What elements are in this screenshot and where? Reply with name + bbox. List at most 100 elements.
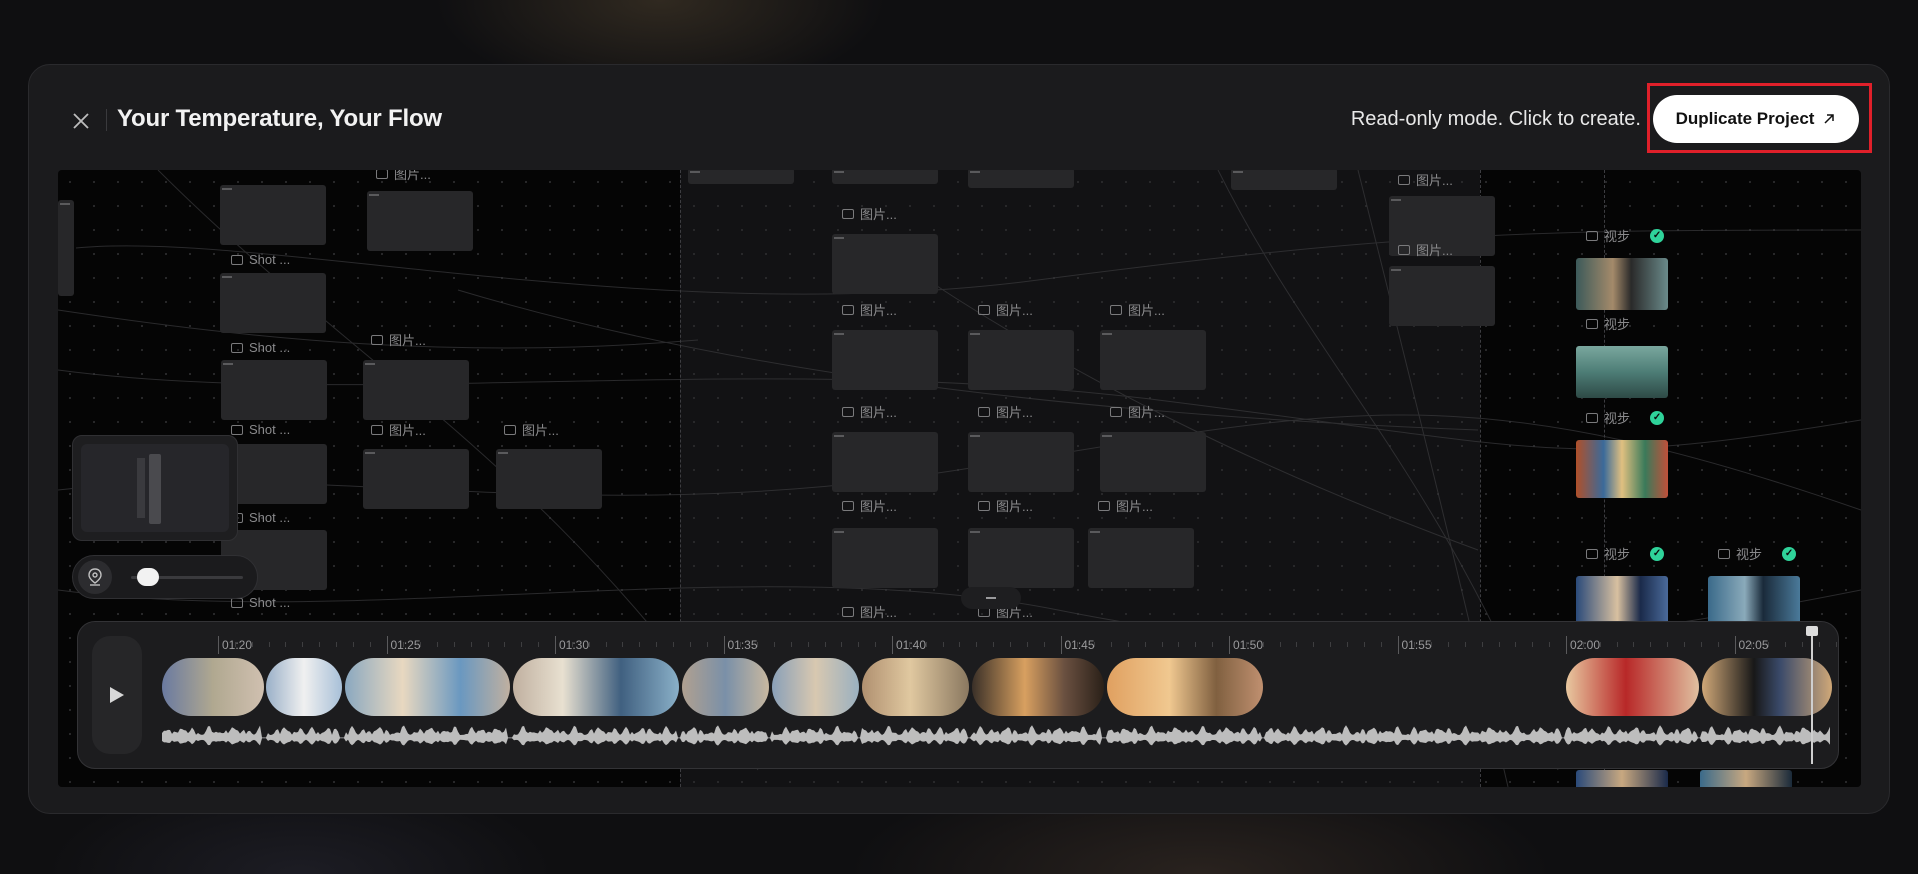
time-minor-tick (1818, 642, 1820, 647)
duplicate-project-button[interactable]: Duplicate Project (1653, 95, 1859, 143)
canvas-node[interactable] (1100, 330, 1206, 390)
canvas-node[interactable] (832, 170, 938, 184)
time-minor-tick (319, 642, 321, 647)
header-divider (106, 109, 107, 131)
canvas-node[interactable] (58, 200, 74, 296)
time-minor-tick (605, 642, 607, 647)
time-minor-tick (1414, 642, 1416, 647)
canvas-node[interactable] (496, 449, 602, 509)
canvas-node[interactable] (968, 528, 1074, 588)
canvas-node[interactable] (968, 432, 1074, 492)
time-minor-tick (437, 642, 439, 647)
video-clip[interactable] (162, 658, 264, 716)
time-minor-tick (1667, 642, 1669, 647)
image-icon (504, 424, 516, 435)
time-minor-tick (1161, 642, 1163, 647)
time-minor-tick (1043, 642, 1045, 647)
node-label: 图片... (1110, 300, 1165, 319)
video-thumbnail[interactable] (1576, 346, 1668, 398)
time-minor-tick (824, 642, 826, 647)
canvas-node[interactable] (1389, 266, 1495, 326)
time-minor-tick (1768, 642, 1770, 647)
time-minor-tick (1313, 642, 1315, 647)
canvas-node[interactable] (1231, 170, 1337, 190)
audio-waveform[interactable] (162, 723, 1838, 753)
time-minor-tick (1077, 642, 1079, 647)
canvas-node[interactable] (220, 273, 326, 333)
time-minor-tick (942, 642, 944, 647)
time-minor-tick (841, 642, 843, 647)
time-minor-tick (1279, 642, 1281, 647)
node-label: 图片... (371, 420, 426, 439)
node-label: 图片... (978, 300, 1033, 319)
canvas-node[interactable] (968, 330, 1074, 390)
canvas-node[interactable] (832, 528, 938, 588)
time-minor-tick (925, 642, 927, 647)
image-icon (376, 170, 388, 179)
canvas-node[interactable] (1088, 528, 1194, 588)
video-thumbnail[interactable] (1576, 258, 1668, 310)
locate-button[interactable] (78, 560, 112, 594)
time-minor-tick (959, 642, 961, 647)
video-thumbnail[interactable] (1576, 770, 1668, 787)
video-clip[interactable] (513, 658, 679, 716)
video-node-label: 视步 ✓ (1586, 226, 1665, 245)
time-minor-tick (1700, 642, 1702, 647)
canvas-node[interactable] (1100, 432, 1206, 492)
video-clip[interactable] (345, 658, 510, 716)
node-label: 图片... (842, 204, 897, 223)
video-clip[interactable] (862, 658, 969, 716)
time-minor-tick (807, 642, 809, 647)
canvas-node[interactable] (221, 360, 327, 420)
playhead[interactable] (1806, 626, 1818, 764)
canvas-node[interactable] (832, 330, 938, 390)
minimap[interactable] (72, 435, 238, 541)
canvas-node[interactable] (367, 191, 473, 251)
waveform-path (162, 725, 1830, 746)
video-clip[interactable] (682, 658, 769, 716)
video-thumbnail[interactable] (1700, 770, 1792, 787)
video-clip[interactable] (1566, 658, 1699, 716)
check-icon: ✓ (1650, 228, 1665, 243)
image-icon (1110, 406, 1122, 417)
image-icon (231, 342, 243, 353)
time-minor-tick (1245, 642, 1247, 647)
video-clip[interactable] (972, 658, 1104, 716)
image-icon (1586, 230, 1598, 241)
check-icon: ✓ (1650, 546, 1665, 561)
canvas-node[interactable] (363, 360, 469, 420)
time-minor-tick (1633, 642, 1635, 647)
image-icon (231, 597, 243, 608)
time-minor-tick (1127, 642, 1129, 647)
zoom-slider-knob[interactable] (137, 568, 159, 586)
video-node-label: 视步 ✓ (1586, 408, 1665, 427)
video-node-label: 视步 (1586, 314, 1630, 333)
canvas-node[interactable] (832, 432, 938, 492)
time-minor-tick (234, 642, 236, 647)
video-clip[interactable] (266, 658, 342, 716)
image-icon (842, 304, 854, 315)
time-minor-tick (487, 642, 489, 647)
canvas-node[interactable] (688, 170, 794, 184)
video-thumbnail[interactable] (1576, 440, 1668, 498)
time-minor-tick (251, 642, 253, 647)
time-minor-tick (1009, 642, 1011, 647)
canvas-node[interactable] (220, 185, 326, 245)
video-node-label: 视步 ✓ (1718, 544, 1797, 563)
canvas-node[interactable] (832, 234, 938, 294)
play-button[interactable] (92, 636, 142, 754)
image-icon (978, 304, 990, 315)
collapse-timeline-handle[interactable] (961, 587, 1021, 609)
time-minor-tick (1178, 642, 1180, 647)
image-icon (371, 424, 383, 435)
canvas-node[interactable] (363, 449, 469, 509)
video-clip[interactable] (772, 658, 859, 716)
close-button[interactable] (65, 105, 97, 137)
time-minor-tick (1616, 642, 1618, 647)
time-minor-tick (571, 642, 573, 647)
image-icon (1586, 318, 1598, 329)
time-minor-tick (1532, 642, 1534, 647)
time-ruler[interactable]: 01:20 01:25 01:30 01:35 01:40 01:45 01:50 01:55… (158, 622, 1838, 656)
canvas-node[interactable] (968, 170, 1074, 188)
video-clip[interactable] (1107, 658, 1263, 716)
